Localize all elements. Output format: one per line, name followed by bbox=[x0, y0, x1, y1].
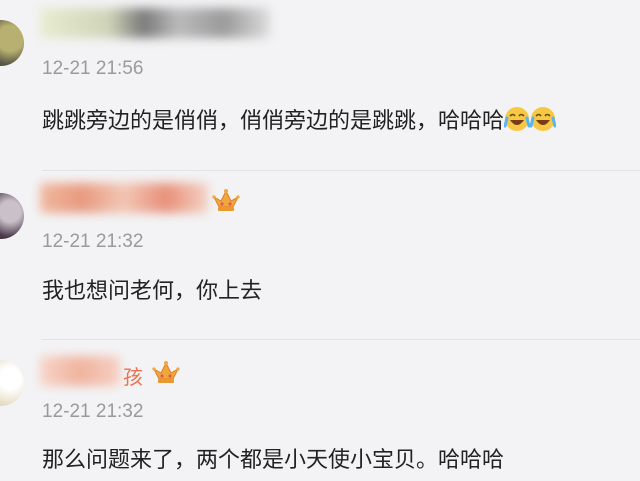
crown-badge-icon bbox=[152, 361, 180, 383]
comment-timestamp: 12-21 21:56 bbox=[42, 58, 144, 79]
username-blurred[interactable] bbox=[40, 356, 120, 386]
comment-text: 我也想问老何，你上去 bbox=[42, 279, 263, 304]
comment-text: 那么问题来了，两个都是小天使小宝贝。哈哈哈 bbox=[42, 448, 505, 473]
user-avatar[interactable] bbox=[0, 360, 24, 406]
comment-timestamp: 12-21 21:32 bbox=[42, 231, 144, 252]
comment-timestamp: 12-21 21:32 bbox=[42, 401, 144, 422]
username-blurred[interactable] bbox=[40, 8, 270, 38]
user-avatar[interactable] bbox=[0, 20, 24, 66]
comment-divider bbox=[42, 170, 640, 171]
username-visible-part[interactable]: 孩 bbox=[123, 361, 143, 390]
comment-divider bbox=[42, 339, 640, 340]
crown-badge-icon bbox=[212, 189, 240, 211]
username-blurred[interactable] bbox=[40, 183, 208, 213]
comment-body: 跳跳旁边的是俏俏，俏俏旁边的是跳跳，哈哈哈 bbox=[42, 109, 505, 134]
user-avatar[interactable] bbox=[0, 193, 24, 239]
comment-text: 跳跳旁边的是俏俏，俏俏旁边的是跳跳，哈哈哈 bbox=[42, 103, 557, 135]
laughing-crying-emoji-icon bbox=[530, 107, 557, 131]
laughing-crying-emoji-icon bbox=[504, 107, 531, 131]
